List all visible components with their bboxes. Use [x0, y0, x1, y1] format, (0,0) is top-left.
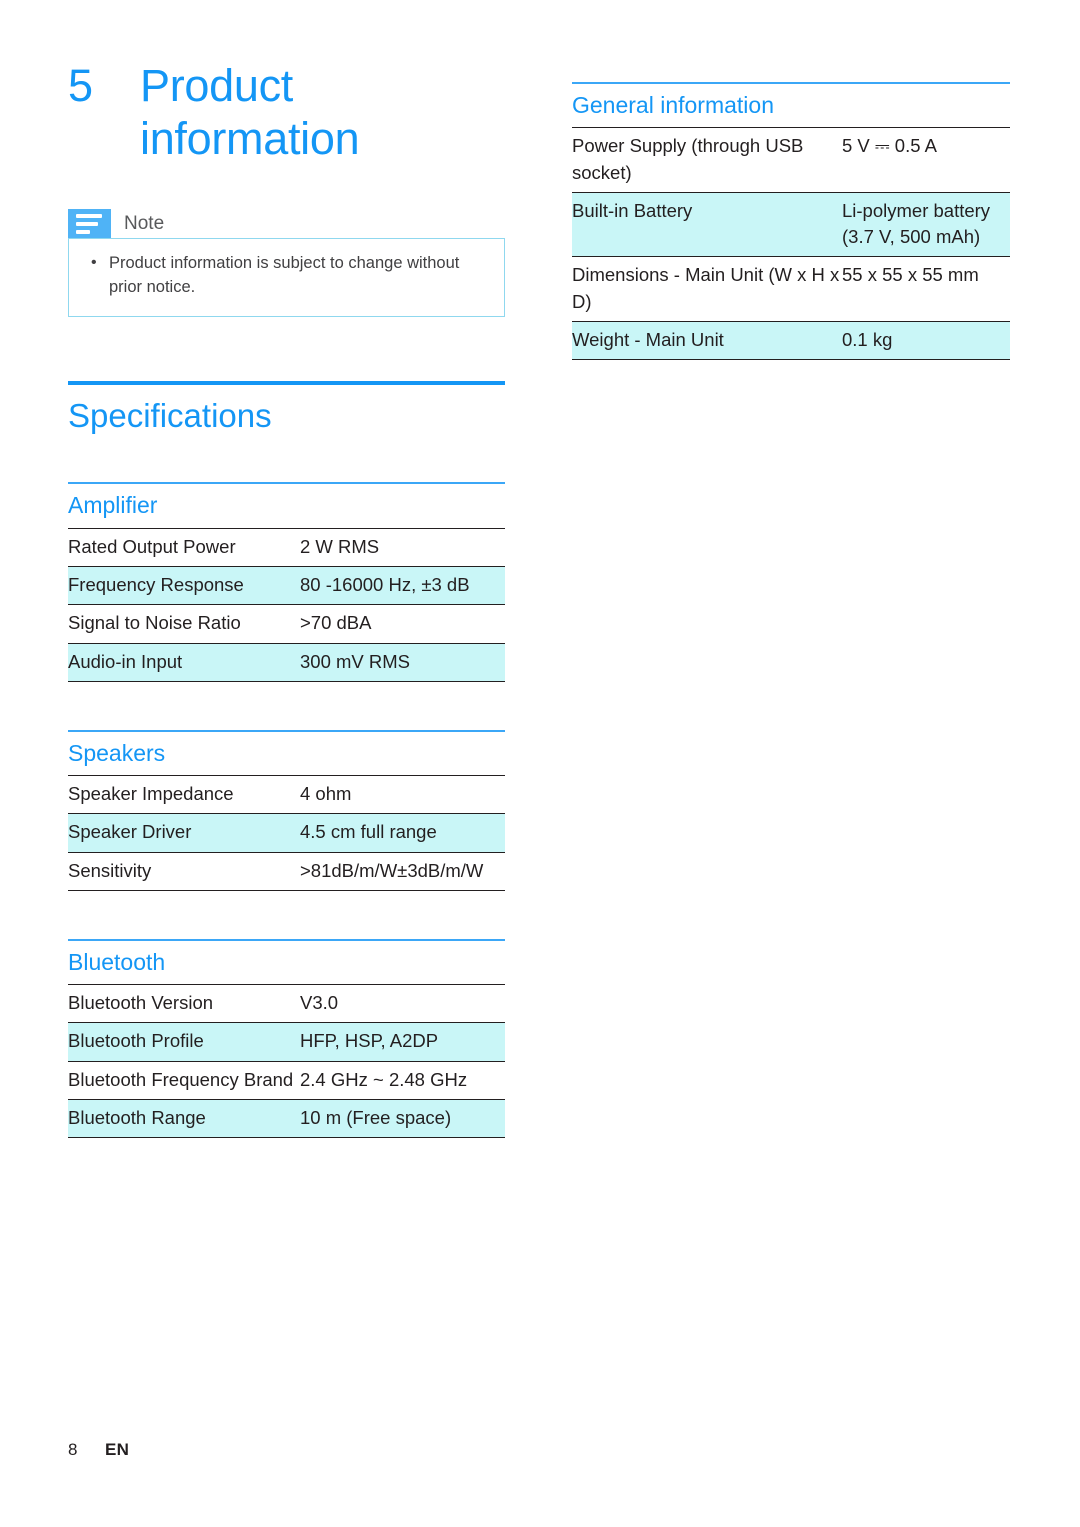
table-row: Audio-in Input 300 mV RMS: [68, 643, 505, 682]
spec-table-general-information: Power Supply (through USB socket) 5 V ⎓ …: [572, 127, 1010, 360]
chapter-title-line-2: information: [140, 112, 360, 164]
document-page: 5 Product information Note Product infor…: [0, 0, 1080, 1527]
spec-key: Bluetooth Frequency Brand: [68, 1068, 294, 1090]
spec-value: 0.1 kg: [842, 321, 1010, 360]
spec-group-amplifier: Amplifier Rated Output Power 2 W RMS Fre…: [68, 482, 505, 682]
spec-key: Bluetooth Profile: [68, 1022, 300, 1062]
right-column: General information Power Supply (throug…: [572, 82, 1010, 360]
spec-value: 80 -16000 Hz, ±3 dB: [300, 566, 505, 605]
note-list: Product information is subject to change…: [85, 251, 488, 300]
chapter-title: Product information: [140, 60, 505, 165]
table-row: Signal to Noise Ratio >70 dBA: [68, 604, 505, 643]
note-label: Note: [124, 212, 165, 234]
table-row: Bluetooth Range 10 m (Free space): [68, 1099, 505, 1138]
spec-group-speakers: Speakers Speaker Impedance 4 ohm Speaker…: [68, 729, 505, 891]
table-row: Speaker Driver 4.5 cm full range: [68, 813, 505, 853]
chapter-heading: 5 Product information: [68, 60, 505, 165]
spec-table-amplifier: Rated Output Power 2 W RMS Frequency Res…: [68, 528, 505, 682]
spec-value: 2 W RMS: [300, 535, 380, 557]
table-row: Bluetooth Profile HFP, HSP, A2DP: [68, 1022, 505, 1062]
page-footer: 8 EN: [68, 1440, 129, 1460]
note-body: Product information is subject to change…: [68, 238, 505, 318]
note-header: Note: [68, 209, 505, 239]
spec-key: Speaker Impedance: [68, 783, 234, 805]
table-row: Rated Output Power 2 W RMS: [68, 528, 505, 566]
spec-value: >81dB/m/W±3dB/m/W: [300, 859, 484, 881]
spec-key: Signal to Noise Ratio: [68, 612, 241, 634]
spec-value: 4.5 cm full range: [300, 813, 505, 853]
spec-value: 4 ohm: [300, 783, 352, 805]
left-column: 5 Product information Note Product infor…: [68, 60, 505, 1138]
spec-table-bluetooth: Bluetooth Version V3.0 Bluetooth Profile…: [68, 984, 505, 1138]
spec-key: Bluetooth Version: [68, 992, 214, 1014]
list-item: Product information is subject to change…: [85, 251, 488, 300]
spec-value: V3.0: [300, 992, 339, 1014]
spec-key: Rated Output Power: [68, 535, 236, 557]
table-row: Frequency Response 80 -16000 Hz, ±3 dB: [68, 566, 505, 605]
spec-key: Power Supply (through USB socket): [572, 135, 804, 183]
spec-key: Bluetooth Range: [68, 1099, 300, 1138]
spec-key: Frequency Response: [68, 566, 300, 605]
sub-heading-speakers: Speakers: [68, 739, 166, 766]
note-callout: Note Product information is subject to c…: [68, 209, 505, 318]
chapter-number: 5: [68, 60, 93, 111]
spec-key: Speaker Driver: [68, 813, 300, 853]
spec-value: 2.4 GHz ~ 2.48 GHz: [300, 1068, 468, 1090]
sub-heading-bluetooth: Bluetooth: [68, 948, 166, 975]
table-row: Built-in Battery Li-polymer battery (3.7…: [572, 192, 1010, 257]
spec-value: >70 dBA: [300, 612, 372, 634]
note-lines-icon: [68, 209, 111, 239]
spec-key: Weight - Main Unit: [572, 321, 842, 360]
spec-key: Dimensions - Main Unit (W x H x D): [572, 264, 840, 312]
table-row: Power Supply (through USB socket) 5 V ⎓ …: [572, 127, 1010, 193]
spec-value: HFP, HSP, A2DP: [300, 1022, 505, 1062]
table-row: Dimensions - Main Unit (W x H x D) 55 x …: [572, 256, 1010, 322]
spec-key: Sensitivity: [68, 859, 152, 881]
note-icon-bar-1: [76, 213, 102, 218]
spec-table-speakers: Speaker Impedance 4 ohm Speaker Driver 4…: [68, 775, 505, 891]
spec-value: 10 m (Free space): [300, 1099, 505, 1138]
sub-heading-amplifier: Amplifier: [68, 492, 158, 519]
specifications-section: Specifications: [68, 381, 505, 434]
table-row: Sensitivity >81dB/m/W±3dB/m/W: [68, 852, 505, 891]
table-row: Bluetooth Version V3.0: [68, 984, 505, 1023]
spec-value: 300 mV RMS: [300, 643, 505, 682]
table-row: Bluetooth Frequency Brand 2.4 GHz ~ 2.48…: [68, 1061, 505, 1099]
footer-page-number: 8: [68, 1440, 78, 1459]
table-row: Weight - Main Unit 0.1 kg: [572, 321, 1010, 360]
spec-key: Audio-in Input: [68, 643, 300, 682]
spec-group-bluetooth: Bluetooth Bluetooth Version V3.0 Bluetoo…: [68, 938, 505, 1138]
table-row: Speaker Impedance 4 ohm: [68, 775, 505, 814]
note-icon-bar-2: [76, 221, 98, 226]
sub-heading-general-information: General information: [572, 92, 774, 118]
chapter-title-line-1: Product: [140, 60, 293, 111]
spec-key: Built-in Battery: [572, 192, 842, 257]
note-icon-bar-3: [76, 229, 90, 234]
footer-language: EN: [105, 1440, 130, 1459]
spec-value: 55 x 55 x 55 mm: [842, 264, 979, 286]
spec-value: Li-polymer battery (3.7 V, 500 mAh): [842, 192, 1010, 257]
spec-value: 5 V ⎓ 0.5 A: [842, 135, 937, 157]
page-title: Specifications: [68, 397, 272, 435]
